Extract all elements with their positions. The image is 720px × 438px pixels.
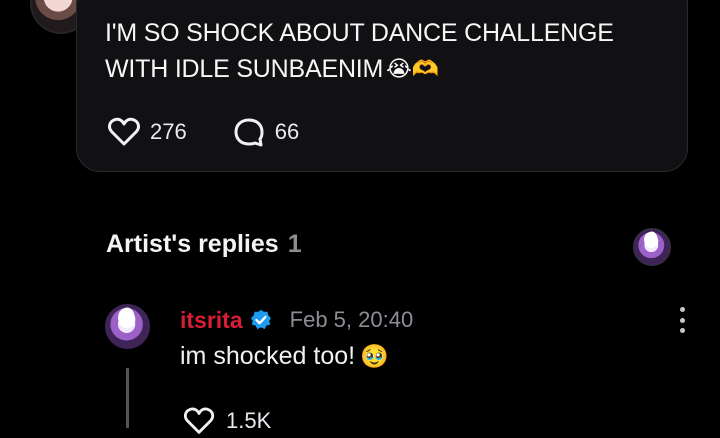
more-vertical-icon[interactable] [678, 307, 686, 333]
heart-icon [108, 117, 140, 146]
reply-header: itsrita Feb 5, 20:40 [180, 305, 413, 335]
heart-icon [183, 407, 215, 434]
thread-line [126, 368, 129, 428]
reply-message: im shocked too! [180, 342, 356, 370]
like-action[interactable]: 276 [106, 114, 187, 150]
post-text: I'M SO SHOCK ABOUT DANCE CHALLENGE WITH … [105, 15, 665, 87]
more-dot-bottom [679, 328, 685, 333]
section-title: Artist's replies [106, 230, 279, 258]
reply-username[interactable]: itsrita [180, 307, 243, 334]
reply-emoji: 🥹 [360, 343, 389, 369]
reply-timestamp: Feb 5, 20:40 [289, 307, 414, 332]
reply-like-count: 1.5K [226, 408, 272, 433]
post-actions: 276 66 [106, 114, 343, 150]
comment-count: 66 [274, 119, 300, 144]
verified-badge-icon [250, 309, 271, 330]
post-emojis: 😭🫶 [386, 56, 439, 81]
more-dot-middle [679, 317, 685, 323]
post-caption: I'M SO SHOCK ABOUT DANCE CHALLENGE WITH … [105, 19, 614, 83]
section-count: 1 [287, 230, 302, 258]
reply-text: im shocked too! 🥹 [180, 342, 389, 371]
reply-avatar[interactable] [105, 304, 150, 349]
comment-bubble-icon [234, 118, 264, 147]
more-dot-top [679, 307, 685, 312]
artists-replies-heading: Artist's replies 1 [106, 230, 302, 259]
reply-like-action[interactable]: 1.5K [182, 404, 271, 438]
comment-action[interactable]: 66 [231, 114, 299, 150]
section-avatar[interactable] [633, 228, 671, 266]
like-count: 276 [150, 119, 187, 144]
